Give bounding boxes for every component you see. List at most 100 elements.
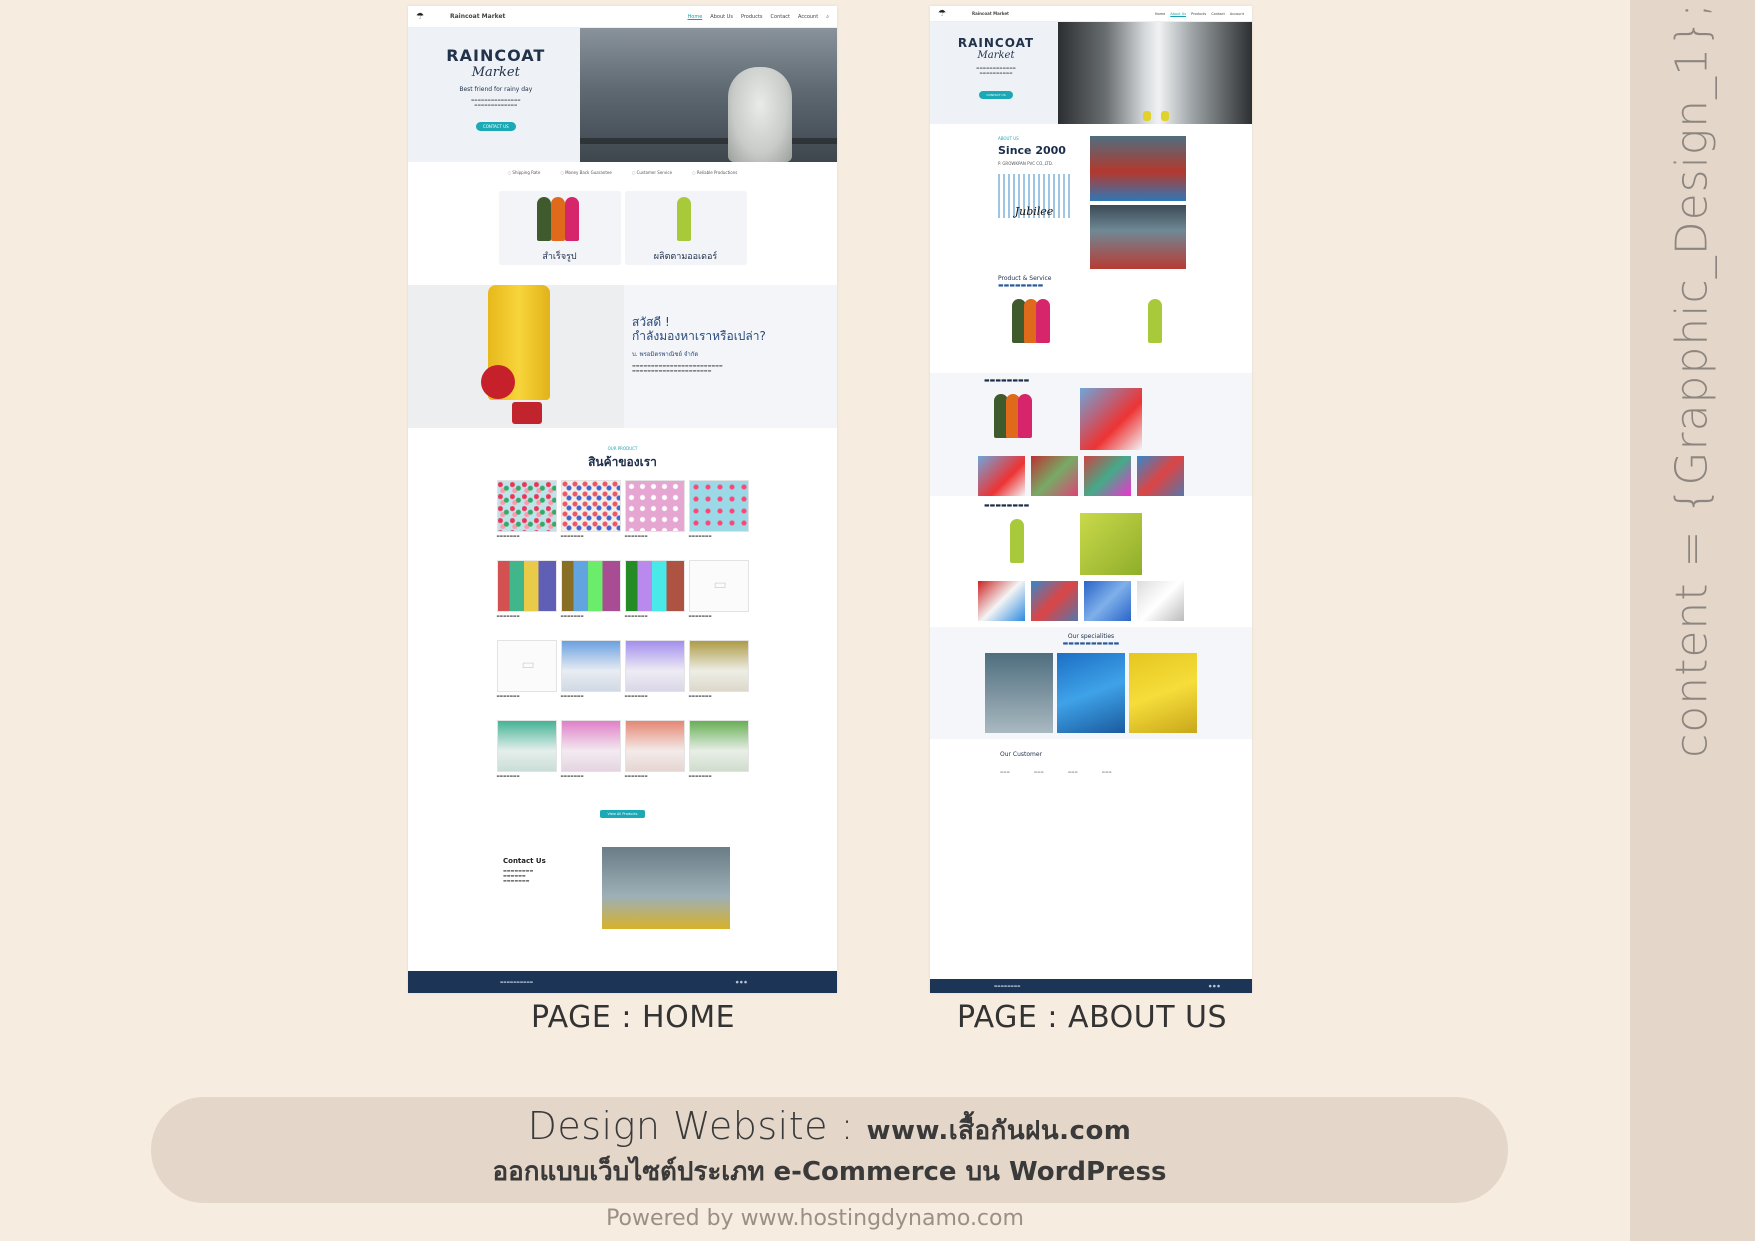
custom-photo (1080, 513, 1142, 575)
product-card[interactable]: ▬▬▬▬▬▬▬ (560, 640, 621, 716)
product-card[interactable]: ▬▬▬▬▬▬▬ (560, 480, 621, 556)
hero-paragraph: ▬▬▬▬▬▬▬▬▬▬▬▬▬▬▬ ▬▬▬▬▬▬▬▬▬▬▬▬▬ (470, 98, 521, 107)
logo-icon[interactable]: ☂ (938, 9, 964, 19)
nav-contact[interactable]: Contact (771, 14, 790, 20)
nav-about[interactable]: About Us (710, 14, 733, 20)
home-header: ☂ Raincoat Market Home About Us Products… (408, 6, 837, 28)
about-hero-script: Market (977, 50, 1015, 61)
product-card[interactable]: ▬▬▬▬▬▬▬ (688, 480, 749, 556)
product-image (560, 480, 621, 532)
category-custom-order[interactable]: ผลิตตามออเดอร์ (624, 191, 747, 265)
category-ready-made[interactable]: สำเร็จรูป (498, 191, 621, 265)
custom-order-coat (984, 513, 1054, 573)
category-label: ผลิตตามออเดอร์ (653, 252, 718, 262)
product-caption: ▬▬▬▬▬▬▬ (688, 694, 712, 698)
feature-productions: Reliable Productions (692, 170, 737, 175)
coat-lime (1010, 519, 1024, 563)
product-caption: ▬▬▬▬▬▬▬ (496, 614, 520, 618)
product-card[interactable]: ▬▬▬▬▬▬▬ (624, 480, 685, 556)
thumb-card[interactable] (1137, 581, 1184, 621)
product-image (560, 560, 621, 612)
category-row: สำเร็จรูป ผลิตตามออเดอร์ (408, 183, 837, 283)
thumb-card[interactable] (1084, 456, 1131, 496)
about-caption: PAGE : ABOUT US (957, 1000, 1228, 1035)
coat-pink (1036, 299, 1050, 343)
hello-paragraph: ▬▬▬▬▬▬▬▬▬▬▬▬▬▬▬▬▬▬▬▬▬▬▬▬ ▬▬▬▬▬▬▬▬▬▬▬▬▬▬▬▬… (632, 363, 723, 373)
footer-copyright: ▬▬▬▬▬▬▬▬ (994, 984, 1021, 988)
product-card[interactable]: ▬▬▬▬▬▬▬ (560, 560, 621, 636)
ps-ready-made[interactable] (998, 293, 1068, 373)
yellow-figure (1143, 111, 1151, 121)
about-hero-paragraph: ▬▬▬▬▬▬▬▬▬▬▬▬ ▬▬▬▬▬▬▬▬▬▬ (976, 66, 1016, 75)
product-card[interactable]: ▬▬▬▬▬▬▬ (496, 480, 557, 556)
thumb-image (1084, 456, 1131, 496)
thumb-card[interactable] (978, 581, 1025, 621)
about-contact-button[interactable]: CONTACT US (979, 91, 1013, 99)
product-caption: ▬▬▬▬▬▬▬ (688, 534, 712, 538)
nav-products[interactable]: Products (741, 14, 763, 20)
coat-orange (550, 197, 565, 241)
placeholder-image-icon (688, 560, 749, 612)
footer-copyright: ▬▬▬▬▬▬▬▬▬▬ (500, 980, 534, 984)
specialities-section: Our specialities ▬▬▬▬▬▬▬▬▬▬ (930, 627, 1252, 739)
product-image (560, 640, 621, 692)
social-icons[interactable]: ● ● ● (736, 980, 747, 984)
custom-order-row (984, 513, 1252, 575)
contact-title: Contact Us (503, 857, 546, 865)
product-card[interactable]: ▬▬▬▬▬▬▬ (624, 640, 685, 716)
nav-contact[interactable]: Contact (1211, 12, 1225, 16)
ps-custom-order[interactable] (1104, 293, 1174, 373)
about-header: ☂ Raincoat Market Home About Us Products… (930, 6, 1252, 22)
product-card[interactable]: ▬▬▬▬▬▬▬ (688, 720, 749, 796)
ready-made-title: ▬▬▬▬▬▬▬▬ (984, 377, 1030, 384)
ready-made-thumbs (978, 456, 1252, 496)
thumb-image (1137, 456, 1184, 496)
since-text: ABOUT US Since 2000 P. GROWKPAN PVC CO.,… (998, 136, 1090, 269)
nav-account[interactable]: Account (1230, 12, 1244, 16)
feature-money-back: Money Back Guarantee (560, 170, 612, 175)
home-page-mockup: ☂ Raincoat Market Home About Us Products… (408, 6, 837, 993)
about-page-mockup: ☂ Raincoat Market Home About Us Products… (930, 6, 1252, 993)
product-grid: ▬▬▬▬▬▬▬ ▬▬▬▬▬▬▬ ▬▬▬▬▬▬▬ ▬▬▬▬▬▬▬ ▬▬▬▬▬▬▬ … (408, 480, 837, 796)
product-card[interactable]: ▬▬▬▬▬▬▬ (624, 720, 685, 796)
thumb-card[interactable] (978, 456, 1025, 496)
product-caption: ▬▬▬▬▬▬▬ (560, 534, 584, 538)
nav-products[interactable]: Products (1191, 12, 1206, 16)
nav-account[interactable]: Account (798, 14, 818, 20)
product-card[interactable]: ▬▬▬▬▬▬▬ (624, 560, 685, 636)
nav-about[interactable]: About Us (1170, 12, 1186, 16)
product-card[interactable]: ▬▬▬▬▬▬▬ (688, 640, 749, 716)
hello-company: บ. พรอมิตรพาณิชย์ จำกัด (632, 351, 699, 358)
nav-home[interactable]: Home (1155, 12, 1165, 16)
product-card[interactable]: ▬▬▬▬▬▬▬ (560, 720, 621, 796)
banner-line1: Design Website : www.เสื้อกันฝน.com (151, 1104, 1508, 1151)
ready-made-row (984, 388, 1252, 450)
product-image (496, 720, 557, 772)
side-label: content = {Grapphic_Design_1}; (1666, 2, 1718, 758)
product-card[interactable]: ▬▬▬▬▬▬▬ (496, 640, 557, 716)
category-label: สำเร็จรูป (542, 252, 577, 262)
thumb-card[interactable] (1031, 581, 1078, 621)
product-image (624, 480, 685, 532)
logo-icon[interactable]: ☂ (416, 12, 442, 22)
custom-order-title: ▬▬▬▬▬▬▬▬ (984, 502, 1030, 509)
feature-shipping: Shipping Rate (508, 170, 540, 175)
product-card[interactable]: ▬▬▬▬▬▬▬ (496, 720, 557, 796)
view-all-products-button[interactable]: View All Products (599, 810, 646, 818)
thumb-card[interactable] (1137, 456, 1184, 496)
product-card[interactable]: ▬▬▬▬▬▬▬ (688, 560, 749, 636)
powered-by: Powered by www.hostingdynamo.com (606, 1206, 1024, 1231)
social-icons[interactable]: ● ● ● (1209, 984, 1220, 988)
nav-home[interactable]: Home (688, 14, 703, 20)
banner-domain: www.เสื้อกันฝน.com (866, 1116, 1132, 1146)
contact-us-button[interactable]: CONTACT US (475, 122, 516, 131)
product-caption: ▬▬▬▬▬▬▬ (688, 614, 712, 618)
customers-title: Our Customer (1000, 751, 1043, 758)
ready-made-coats (984, 388, 1054, 448)
thumb-card[interactable] (1084, 581, 1131, 621)
contact-details: ▬▬▬▬▬▬▬▬ ▬▬▬▬▬▬ ▬▬▬▬▬▬▬ (503, 868, 534, 883)
thumb-card[interactable] (1031, 456, 1078, 496)
search-icon[interactable]: ⌕ (826, 14, 829, 20)
product-card[interactable]: ▬▬▬▬▬▬▬ (496, 560, 557, 636)
coat-pink (1018, 394, 1032, 438)
